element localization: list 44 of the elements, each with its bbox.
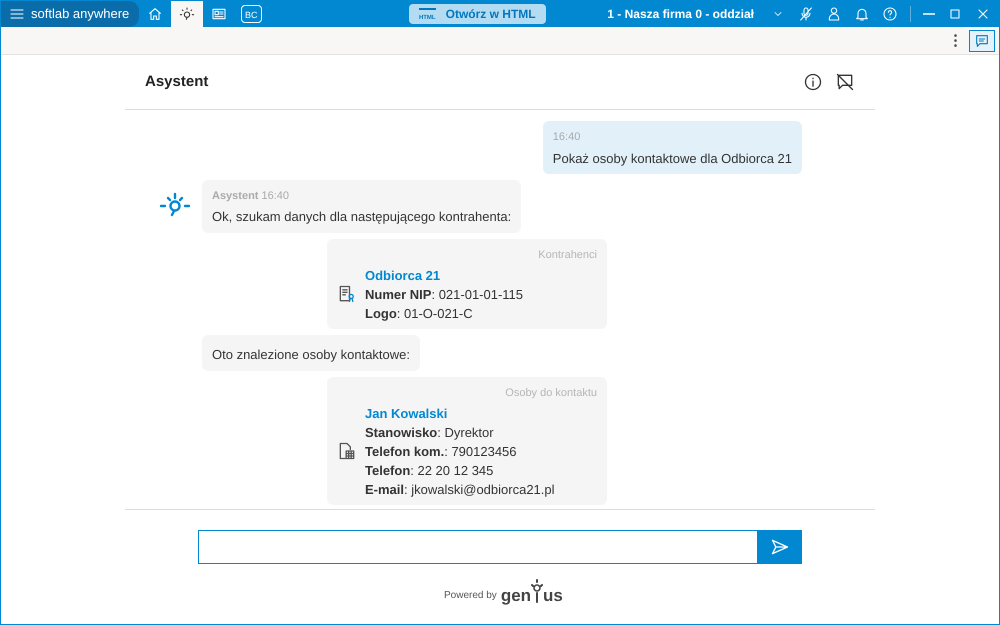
message-text: Ok, szukam danych dla następującego kontrahenta:	[212, 208, 512, 226]
card-category: Kontrahenci	[537, 248, 597, 263]
message-time: 16:40	[261, 189, 289, 204]
more-icon	[954, 34, 957, 47]
app-brand: softlab anywhere	[31, 5, 130, 24]
help-icon	[882, 6, 898, 22]
logo-text: us	[543, 587, 563, 604]
message-author: Asystent	[212, 189, 258, 204]
home-icon	[147, 6, 164, 22]
logo-text: gen	[500, 587, 532, 604]
assistant-title: Asystent	[145, 72, 208, 92]
message-time: 16:40	[552, 130, 582, 145]
card-detail: E-mail: jkowalski@odbiorca21.pl	[365, 480, 555, 498]
message-input[interactable]	[198, 530, 758, 564]
building-icon	[337, 284, 357, 304]
card-category: Osoby do kontaktu	[504, 386, 597, 401]
lightbulb-icon	[179, 6, 196, 22]
user-icon	[826, 6, 842, 22]
chat-off-icon	[835, 72, 855, 92]
send-icon	[770, 537, 790, 557]
nav-tab[interactable]	[171, 1, 204, 27]
info-icon	[803, 72, 823, 92]
lightbulb-icon	[531, 578, 544, 604]
card-detail: Numer NIP: 021-01-01-115	[365, 286, 524, 304]
card-detail: Telefon: 22 20 12 345	[365, 462, 494, 480]
bc-label: BC	[241, 5, 262, 23]
contact-card-icon	[337, 441, 357, 461]
card-title[interactable]: Odbiorca 21	[365, 266, 524, 284]
microphone-off-icon	[798, 6, 814, 22]
chat-icon	[974, 32, 990, 48]
bell-icon	[854, 6, 870, 22]
minimize-icon	[923, 13, 935, 15]
lightbulb-icon	[158, 192, 192, 218]
message-text: Oto znalezione osoby kontaktowe:	[212, 346, 410, 364]
message-text: Pokaż osoby kontaktowe dla Odbiorca 21	[552, 150, 792, 168]
card-detail: Stanowisko: Dyrektor	[365, 424, 495, 442]
chat-panel-toggle[interactable]	[969, 30, 995, 52]
card-detail: Logo: 01-O-021-C	[365, 304, 474, 322]
card-detail: Telefon kom.: 790123456	[365, 442, 518, 460]
powered-by-label: Powered by	[444, 589, 497, 603]
send-button[interactable]	[758, 530, 802, 564]
nav-tab[interactable]: BC	[235, 1, 268, 27]
company-dropdown[interactable]: 1 - Nasza firma 0 - oddział	[607, 5, 784, 23]
card-title[interactable]: Jan Kowalski	[365, 404, 555, 422]
